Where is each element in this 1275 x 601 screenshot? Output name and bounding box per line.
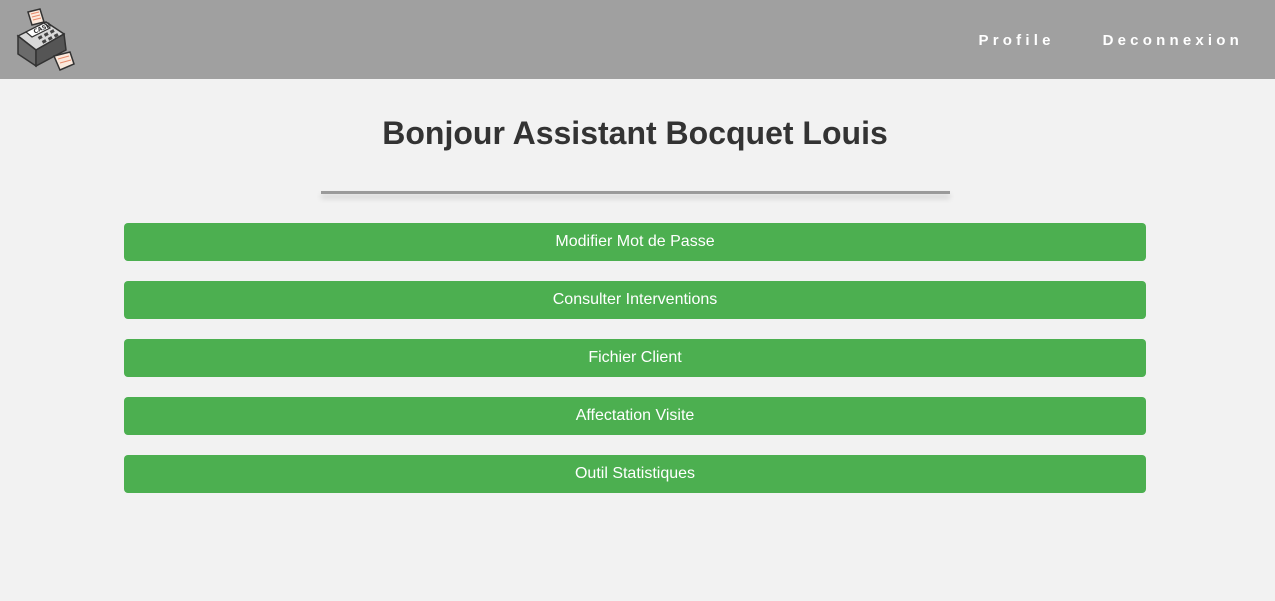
top-navbar: CASH Profile Deconnexion xyxy=(0,0,1275,79)
title-divider xyxy=(321,191,950,194)
change-password-button[interactable]: Modifier Mot de Passe xyxy=(124,223,1146,261)
profile-link[interactable]: Profile xyxy=(979,33,1055,49)
action-menu: Modifier Mot de Passe Consulter Interven… xyxy=(124,223,1146,513)
statistics-tool-button[interactable]: Outil Statistiques xyxy=(124,455,1146,493)
logout-link[interactable]: Deconnexion xyxy=(1103,33,1243,49)
page-title: Bonjour Assistant Bocquet Louis xyxy=(382,115,888,151)
assign-visit-button[interactable]: Affectation Visite xyxy=(124,397,1146,435)
cash-register-icon[interactable]: CASH xyxy=(14,8,80,72)
client-file-button[interactable]: Fichier Client xyxy=(124,339,1146,377)
view-interventions-button[interactable]: Consulter Interventions xyxy=(124,281,1146,319)
nav-links: Profile Deconnexion xyxy=(979,33,1243,49)
